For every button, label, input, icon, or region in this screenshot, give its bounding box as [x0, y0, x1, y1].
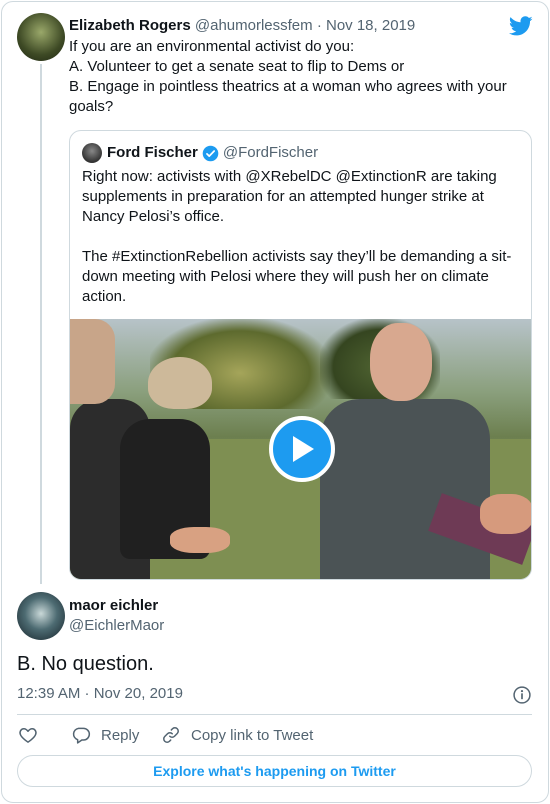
quoted-tweet-line: action. [82, 288, 127, 305]
main-tweet-line: If you are an environmental activist do … [69, 38, 355, 55]
main-author-name[interactable]: Elizabeth Rogers [69, 17, 191, 34]
info-icon[interactable] [512, 685, 532, 705]
main-tweet-line: A. Volunteer to get a senate seat to fli… [69, 58, 405, 75]
scene-person [320, 399, 490, 579]
quoted-tweet-card[interactable]: Ford Fischer @FordFischer Right now: act… [69, 130, 532, 580]
copy-link-label: Copy link to Tweet [191, 726, 314, 744]
action-divider [17, 714, 532, 715]
main-tweet-text: If you are an environmental activist do … [69, 37, 529, 117]
verified-badge-icon [202, 145, 219, 161]
reply-author-name[interactable]: maor eichler [69, 596, 158, 616]
reply-author-handle[interactable]: @EichlerMaor [69, 616, 164, 636]
avatar-elizabeth-rogers[interactable] [17, 13, 65, 61]
avatar-ford-fischer[interactable] [82, 143, 102, 163]
main-tweet-date[interactable]: Nov 18, 2019 [326, 17, 415, 34]
quoted-tweet-header: Ford Fischer @FordFischer [107, 143, 318, 163]
main-tweet-header: Elizabeth Rogers @ahumorlessfem · Nov 18… [69, 16, 415, 36]
play-button[interactable] [269, 416, 335, 482]
header-separator: · [316, 17, 322, 34]
scene-hat [148, 357, 212, 409]
main-tweet-line: goals? [69, 98, 114, 115]
quoted-tweet-line: supplements in preparation for an attemp… [82, 188, 484, 205]
reply-label: Reply [101, 726, 140, 744]
quoted-tweet-line: Nancy Pelosi’s office. [82, 208, 225, 225]
quoted-tweet-line: The #ExtinctionRebellion activists say t… [82, 248, 512, 265]
like-action[interactable] [18, 724, 38, 746]
copy-link-action[interactable]: Copy link to Tweet [161, 724, 313, 746]
scene-person-head [70, 319, 115, 404]
main-author-handle[interactable]: @ahumorlessfem [195, 17, 313, 34]
quoted-author-handle[interactable]: @FordFischer [223, 143, 318, 163]
scene-person-head [370, 323, 432, 401]
avatar-maor-eichler[interactable] [17, 592, 65, 640]
scene-hand [170, 527, 230, 553]
quoted-tweet-line: down meeting with Pelosi where they will… [82, 268, 489, 285]
reply-action[interactable]: Reply [71, 724, 139, 746]
video-thumbnail[interactable] [70, 319, 531, 579]
thread-connector-line [40, 64, 42, 584]
quoted-tweet-text: Right now: activists with @XRebelDC @Ext… [82, 167, 522, 307]
quoted-tweet-line: Right now: activists with @XRebelDC @Ext… [82, 168, 497, 185]
twitter-bird-icon[interactable] [509, 14, 533, 38]
link-icon [163, 727, 179, 743]
scene-hand [480, 494, 531, 534]
reply-tweet-text: B. No question. [17, 653, 154, 675]
explore-twitter-button[interactable]: Explore what's happening on Twitter [17, 755, 532, 787]
main-tweet-line: B. Engage in pointless theatrics at a wo… [69, 78, 507, 95]
reply-timestamp[interactable]: 12:39 AM · Nov 20, 2019 [17, 684, 183, 704]
quoted-author-name[interactable]: Ford Fischer [107, 143, 198, 163]
reply-icon [72, 727, 91, 744]
play-icon [293, 436, 314, 462]
heart-icon [19, 728, 37, 743]
